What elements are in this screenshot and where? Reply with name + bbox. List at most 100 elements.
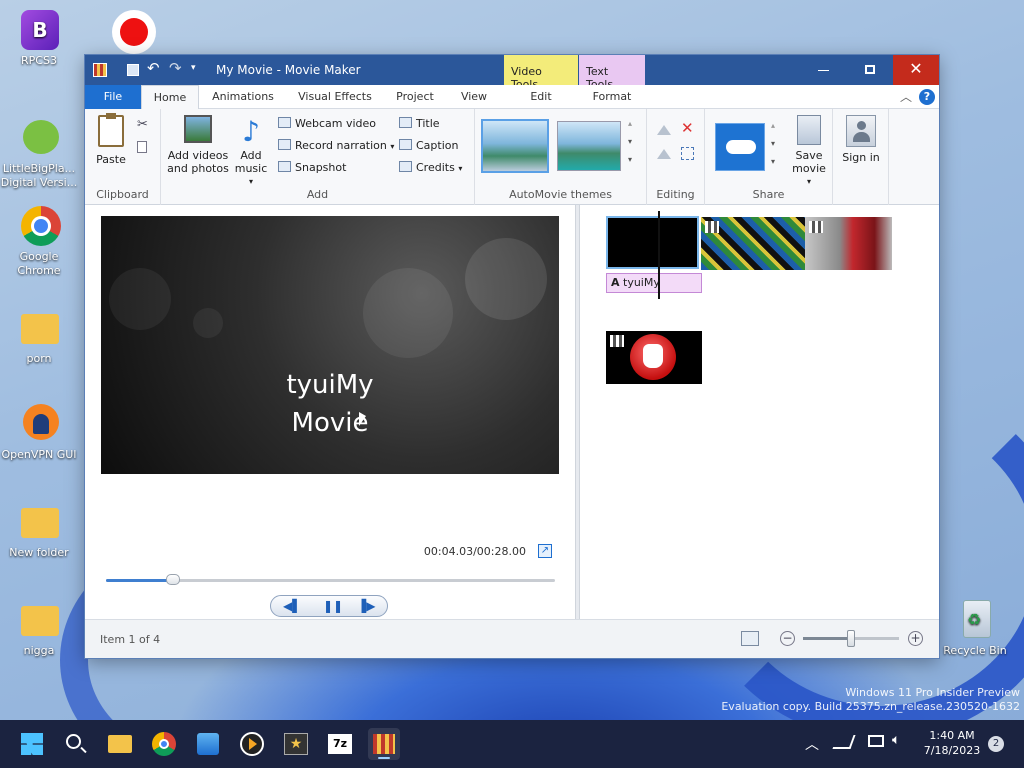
watermark-line-2: Evaluation copy. Build 25375.zn_release.…	[721, 700, 1020, 713]
webcam-icon	[278, 117, 291, 128]
tab-file[interactable]: File	[85, 85, 141, 109]
storyboard-clip-3[interactable]	[805, 217, 892, 270]
webcam-video-button[interactable]: Webcam video	[278, 117, 376, 130]
preview-monitor[interactable]: tyuiMy Movie	[101, 216, 559, 474]
paste-icon	[98, 113, 124, 147]
taskbar-movie-app[interactable]: ★	[280, 728, 312, 760]
tab-animations[interactable]: Animations	[203, 85, 283, 109]
fullscreen-preview-icon[interactable]: ↗	[538, 544, 552, 558]
clock[interactable]: 1:40 AM 7/18/2023	[920, 728, 984, 758]
storyboard-clip-title[interactable]	[606, 216, 699, 269]
undo-icon[interactable]: ↶	[147, 59, 160, 77]
tab-home[interactable]: Home	[141, 85, 199, 110]
save-movie-button[interactable]: Save movie ▾	[787, 115, 831, 188]
tab-format[interactable]: Format	[579, 85, 645, 109]
desktop-icon-folder-1[interactable]: porn	[0, 306, 79, 366]
sign-in-button[interactable]: Sign in	[839, 115, 883, 164]
taskbar-photos[interactable]	[192, 728, 224, 760]
record-icon	[96, 8, 156, 54]
clock-time: 1:40 AM	[929, 729, 975, 742]
desktop-icon-record[interactable]	[78, 8, 158, 54]
pause-button[interactable]: ❚❚	[323, 599, 343, 613]
tab-project[interactable]: Project	[387, 85, 443, 109]
tab-edit[interactable]: Edit	[504, 85, 578, 109]
redo-icon[interactable]: ↷	[169, 59, 182, 77]
narration-dropdown-icon[interactable]: ▾	[390, 142, 394, 151]
desktop-icon-openvpn[interactable]: OpenVPN GUI	[0, 402, 79, 462]
save-movie-dropdown-icon[interactable]: ▾	[787, 175, 831, 188]
theme-thumbnail-1[interactable]	[481, 119, 549, 173]
share-scroll-up-icon[interactable]: ▴	[771, 121, 775, 130]
thumbnail-size-icon[interactable]	[741, 631, 759, 646]
theme-thumbnail-2[interactable]	[557, 121, 621, 171]
desktop-icon-recycle-bin[interactable]: ♻ Recycle Bin	[935, 598, 1015, 658]
display-icon[interactable]	[868, 735, 884, 747]
desktop-icon-rpcs3[interactable]: B RPCS3	[0, 8, 79, 68]
splitter[interactable]	[575, 205, 580, 619]
add-music-dropdown-icon[interactable]: ▾	[231, 175, 271, 188]
paste-button[interactable]: Paste	[91, 113, 131, 166]
help-icon[interactable]: ?	[919, 89, 935, 105]
zoom-slider[interactable]	[803, 630, 899, 647]
select-all-icon[interactable]	[681, 147, 694, 160]
title-bar[interactable]: ↶ ↷ ▾ My Movie - Movie Maker Video Tools…	[85, 55, 939, 91]
bokeh-circle	[363, 268, 453, 358]
search-button[interactable]	[60, 728, 92, 760]
zoom-slider-thumb[interactable]	[847, 630, 855, 647]
credits-dropdown-icon[interactable]: ▾	[458, 164, 462, 173]
app-icon[interactable]	[93, 63, 107, 77]
storyboard: A tyuiMy	[582, 205, 939, 619]
desktop-icon-littlebigplanet[interactable]: LittleBigPla... Digital Versi...	[0, 116, 79, 190]
rotate-left-icon[interactable]	[657, 125, 671, 135]
share-more-icon[interactable]: ▾	[771, 157, 775, 166]
taskbar-movie-maker[interactable]	[368, 728, 400, 760]
share-scroll-down-icon[interactable]: ▾	[771, 139, 775, 148]
qat-dropdown-icon[interactable]: ▾	[191, 63, 196, 73]
onedrive-share-button[interactable]	[715, 123, 765, 171]
show-hidden-icons[interactable]: ︿	[805, 734, 819, 754]
rotate-right-icon[interactable]	[657, 149, 671, 159]
start-button[interactable]	[16, 728, 48, 760]
remove-icon[interactable]: ✕	[681, 119, 694, 137]
add-videos-button[interactable]: Add videos and photos	[167, 115, 229, 175]
snapshot-button[interactable]: Snapshot	[278, 161, 346, 174]
taskbar-7zip[interactable]: 7z	[324, 728, 356, 760]
previous-frame-button[interactable]: ◀▌	[283, 599, 301, 613]
credits-button[interactable]: Credits ▾	[399, 161, 462, 174]
desktop-icon-label: porn	[26, 352, 52, 365]
close-button[interactable]: ✕	[893, 55, 939, 85]
tab-visual-effects[interactable]: Visual Effects	[289, 85, 381, 109]
cut-icon[interactable]: ✂	[137, 117, 148, 132]
desktop-icon-folder-2[interactable]: New folder	[0, 500, 79, 560]
maximize-button[interactable]	[847, 55, 893, 85]
record-narration-button[interactable]: Record narration ▾	[278, 139, 394, 152]
add-music-button[interactable]: ♪ Add music ▾	[231, 115, 271, 188]
volume-icon[interactable]: 🔈︎	[892, 732, 900, 748]
taskbar-file-explorer[interactable]	[104, 728, 136, 760]
playhead[interactable]	[658, 211, 660, 299]
next-frame-button[interactable]: ▐▶	[357, 599, 375, 613]
copy-icon[interactable]	[137, 141, 147, 153]
minimize-button[interactable]	[801, 55, 847, 85]
storyboard-clip-2[interactable]	[701, 217, 805, 270]
taskbar-media-player[interactable]	[236, 728, 268, 760]
themes-scroll-up-icon[interactable]: ▴	[628, 119, 632, 128]
desktop-icon-folder-3[interactable]: nigga	[0, 598, 79, 658]
collapse-ribbon-icon[interactable]: ︿	[900, 88, 912, 105]
taskbar-chrome[interactable]	[148, 728, 180, 760]
storyboard-caption[interactable]: A tyuiMy	[606, 273, 702, 293]
zoom-out-button[interactable]: −	[780, 631, 795, 646]
tab-view[interactable]: View	[449, 85, 499, 109]
save-icon[interactable]	[127, 64, 139, 76]
caption-button[interactable]: Caption	[399, 139, 458, 152]
desktop-icon-chrome[interactable]: Google Chrome	[0, 204, 79, 278]
seek-bar[interactable]	[106, 574, 555, 585]
notification-badge[interactable]: 2	[988, 736, 1004, 752]
themes-scroll-down-icon[interactable]: ▾	[628, 137, 632, 146]
storyboard-clip-4[interactable]	[606, 331, 702, 384]
zoom-in-button[interactable]: +	[908, 631, 923, 646]
network-icon[interactable]	[832, 735, 856, 749]
seek-bar-thumb[interactable]	[166, 574, 181, 585]
themes-more-icon[interactable]: ▾	[628, 155, 632, 164]
title-button[interactable]: Title	[399, 117, 440, 130]
